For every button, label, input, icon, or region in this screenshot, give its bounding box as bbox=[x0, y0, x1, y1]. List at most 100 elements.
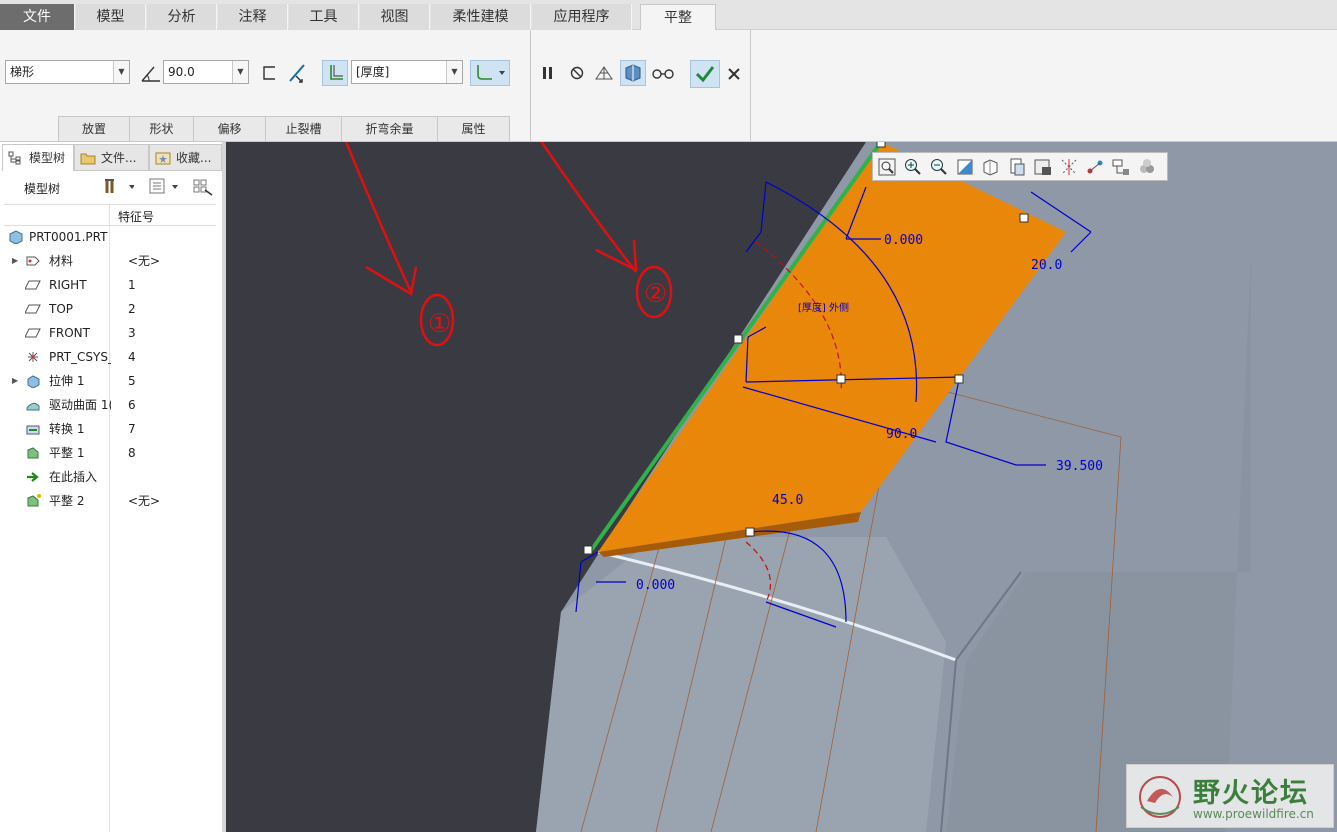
graphics-viewport[interactable]: 0.000 20.0 90.0 39.500 45.0 0.000 [厚度] 外… bbox=[226, 142, 1337, 832]
subtab-properties[interactable]: 属性 bbox=[437, 116, 510, 141]
ribbon-separator bbox=[750, 30, 751, 142]
tree-item[interactable]: PRT_CSYS_ 4 bbox=[0, 345, 220, 369]
flip-direction-icon[interactable] bbox=[284, 60, 310, 86]
view-toolbar bbox=[872, 152, 1168, 181]
thickness-select[interactable]: [厚度] ▼ bbox=[351, 60, 463, 84]
view-manager-icon[interactable] bbox=[1033, 157, 1053, 177]
tab-model-tree[interactable]: 模型树 bbox=[2, 144, 74, 171]
tree-item-name: FRONT bbox=[49, 326, 90, 340]
saved-views-icon[interactable] bbox=[1007, 157, 1027, 177]
subtab-relief[interactable]: 止裂槽 bbox=[265, 116, 342, 141]
tree-item[interactable]: 平整 2 <无> bbox=[0, 489, 220, 513]
shape-select[interactable]: 梯形 ▼ bbox=[5, 60, 130, 84]
tab-favorites[interactable]: 收藏... bbox=[149, 144, 222, 171]
tab-file[interactable]: 文件 bbox=[0, 4, 75, 30]
pause-icon[interactable] bbox=[535, 60, 561, 86]
datum-plane-icon bbox=[25, 328, 41, 338]
angle-value: 90.0 bbox=[168, 65, 195, 79]
tab-view[interactable]: 视图 bbox=[360, 4, 430, 30]
tab-tools[interactable]: 工具 bbox=[289, 4, 359, 30]
tools-icon[interactable] bbox=[104, 177, 135, 198]
model-scene[interactable]: 0.000 20.0 90.0 39.500 45.0 0.000 [厚度] 外… bbox=[226, 142, 1337, 832]
refit-icon[interactable] bbox=[877, 157, 897, 177]
thickness-side-icon[interactable] bbox=[322, 60, 348, 86]
bend-radius-icon[interactable] bbox=[470, 60, 510, 86]
extrude-icon bbox=[27, 375, 40, 388]
red-annotation-arrows bbox=[344, 142, 673, 347]
dim-length[interactable]: 39.500 bbox=[1056, 459, 1103, 474]
confirm-icon[interactable] bbox=[690, 60, 720, 88]
subtab-bend-allowance[interactable]: 折弯余量 bbox=[341, 116, 438, 141]
no-preview-icon[interactable] bbox=[564, 60, 590, 86]
column-feature-number: 特征号 bbox=[118, 210, 155, 224]
filter-icon[interactable] bbox=[192, 178, 214, 199]
display-style-icon[interactable] bbox=[981, 157, 1001, 177]
tree-item-name: 平整 2 bbox=[49, 494, 85, 508]
tree-item[interactable]: 平整 1 8 bbox=[0, 441, 220, 465]
show-options-icon[interactable] bbox=[148, 177, 182, 198]
dim-angle-90[interactable]: 90.0 bbox=[886, 427, 917, 442]
tree-item[interactable]: 转换 1 7 bbox=[0, 417, 220, 441]
tab-folder-browser[interactable]: 文件... bbox=[74, 144, 149, 171]
thickness-value: [厚度] bbox=[356, 65, 390, 79]
tree-item[interactable]: ▶ 材料 <无> bbox=[0, 249, 220, 273]
tree-item-name: 转换 1 bbox=[49, 422, 85, 436]
tree-item-name: TOP bbox=[49, 302, 74, 316]
tree-item-name: 在此插入 bbox=[49, 470, 98, 484]
dim-thickness-label[interactable]: [厚度] 外侧 bbox=[798, 301, 849, 314]
dim-angle-20[interactable]: 20.0 bbox=[1031, 258, 1062, 273]
tab-flexible-modeling[interactable]: 柔性建模 bbox=[431, 4, 531, 30]
subtab-offset[interactable]: 偏移 bbox=[193, 116, 266, 141]
chevron-down-icon[interactable]: ▼ bbox=[232, 61, 248, 83]
tree-item-name: 拉伸 1 bbox=[49, 374, 85, 388]
appearance-icon[interactable] bbox=[1137, 157, 1157, 177]
ribbon-separator bbox=[530, 30, 531, 142]
tree-item-name: 驱动曲面 1( bbox=[49, 398, 111, 412]
subtab-placement[interactable]: 放置 bbox=[58, 116, 130, 141]
zoom-in-icon[interactable] bbox=[903, 157, 923, 177]
tree-item[interactable]: RIGHT 1 bbox=[0, 273, 220, 297]
tab-analysis[interactable]: 分析 bbox=[147, 4, 217, 30]
annotation-display-icon[interactable] bbox=[1111, 157, 1131, 177]
csys-icon bbox=[28, 352, 38, 362]
bracket-bend-icon[interactable] bbox=[257, 60, 283, 86]
glasses-icon[interactable] bbox=[650, 60, 676, 86]
dim-angle-45[interactable]: 45.0 bbox=[772, 493, 803, 508]
chevron-down-icon[interactable]: ▼ bbox=[446, 61, 462, 83]
tree-item-feature-number: 1 bbox=[128, 278, 136, 292]
tree-item-name: 平整 1 bbox=[49, 446, 85, 460]
app-window: 文件 模型 分析 注释 工具 视图 柔性建模 应用程序 平整 梯形 ▼ 90.0… bbox=[0, 0, 1337, 832]
tree-root[interactable]: PRT0001.PRT bbox=[0, 225, 220, 249]
spin-center-icon[interactable] bbox=[1085, 157, 1105, 177]
expand-arrow-icon[interactable]: ▶ bbox=[12, 369, 18, 393]
ribbon: 梯形 ▼ 90.0 ▼ [厚度] ▼ 放置 形状 偏移 止裂槽 折弯余量 属性 bbox=[0, 30, 1337, 142]
tree-item-feature-number: 7 bbox=[128, 422, 136, 436]
dim-offset-top[interactable]: 0.000 bbox=[884, 233, 923, 248]
tree-item[interactable]: FRONT 3 bbox=[0, 321, 220, 345]
tab-model[interactable]: 模型 bbox=[76, 4, 146, 30]
tree-item[interactable]: TOP 2 bbox=[0, 297, 220, 321]
angle-input[interactable]: 90.0 ▼ bbox=[163, 60, 249, 84]
expand-arrow-icon[interactable]: ▶ bbox=[12, 249, 18, 273]
cancel-icon[interactable] bbox=[721, 61, 747, 87]
dim-offset-bottom[interactable]: 0.000 bbox=[636, 578, 675, 593]
subtab-shape[interactable]: 形状 bbox=[129, 116, 194, 141]
preview-solid-icon[interactable] bbox=[620, 60, 646, 86]
watermark-title: 野火论坛 bbox=[1193, 778, 1309, 809]
tree-item[interactable]: ▶ 拉伸 1 5 bbox=[0, 369, 220, 393]
tree-item[interactable]: 驱动曲面 1(6 bbox=[0, 393, 220, 417]
flat-wall-icon bbox=[27, 447, 39, 459]
chevron-down-icon[interactable]: ▼ bbox=[113, 61, 129, 83]
repaint-icon[interactable] bbox=[955, 157, 975, 177]
datum-display-icon[interactable] bbox=[1059, 157, 1079, 177]
angle-icon bbox=[138, 60, 164, 86]
tab-model-tree-label: 模型树 bbox=[29, 151, 66, 165]
tree-item[interactable]: 在此插入 bbox=[0, 465, 220, 489]
zoom-out-icon[interactable] bbox=[929, 157, 949, 177]
preview-mesh-icon[interactable] bbox=[591, 60, 617, 86]
tree-item-name: PRT_CSYS_ bbox=[49, 350, 111, 364]
tab-flat[interactable]: 平整 bbox=[640, 4, 716, 31]
tab-annotate[interactable]: 注释 bbox=[218, 4, 288, 30]
tab-applications[interactable]: 应用程序 bbox=[532, 4, 632, 30]
tree-item-feature-number: 5 bbox=[128, 374, 136, 388]
